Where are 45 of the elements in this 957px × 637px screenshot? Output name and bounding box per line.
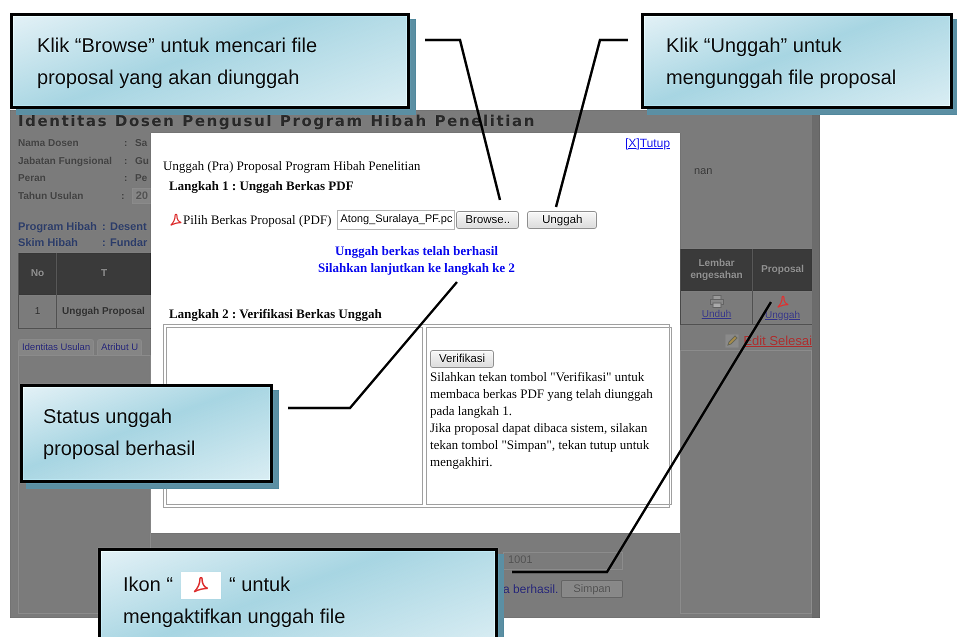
- dialog-title: Unggah (Pra) Proposal Program Hibah Penelitian: [163, 158, 422, 174]
- program-label: Skim Hibah: [18, 237, 79, 249]
- table-cell: Unggah Proposal: [56, 295, 151, 329]
- separator-text: :: [102, 237, 107, 249]
- file-input[interactable]: Atong_Suralaya_PF.pc: [337, 210, 456, 230]
- program-label: Program Hibah: [18, 221, 98, 233]
- separator-text: :: [124, 156, 128, 167]
- printer-icon: [710, 295, 724, 308]
- callout-text: Klik “Browse” untuk mencari file proposal yang akan diunggah: [37, 34, 318, 91]
- table-header: T: [56, 253, 151, 295]
- tab[interactable]: Atribut U: [97, 339, 142, 355]
- instruction-text: Silahkan tekan tombol "Verifikasi" untuk membaca berkas PDF yang telah diunggah pada langkah 1.: [430, 368, 654, 419]
- step-title: Langkah 2 : Verifikasi Berkas Unggah: [168, 306, 383, 322]
- program-value: Fundar: [110, 237, 148, 249]
- close-link[interactable]: [X]Tutup: [625, 136, 670, 150]
- callout-text: Klik “Unggah” untuk mengunggah file proposal: [666, 34, 898, 91]
- table-header: Proposal: [752, 249, 812, 291]
- callout-text: mengaktifkan unggah file: [123, 605, 346, 630]
- upload-button[interactable]: Unggah: [527, 211, 598, 229]
- step-title: Langkah 1 : Unggah Berkas PDF: [168, 178, 355, 194]
- separator-text: :: [124, 138, 128, 150]
- file-label: Pilih Berkas Proposal (PDF): [183, 212, 332, 228]
- callout-text: Ikon “: [123, 573, 174, 598]
- text-fragment: nan: [694, 165, 712, 177]
- pdf-icon: [192, 576, 210, 594]
- browse-button[interactable]: Browse..: [456, 211, 520, 229]
- pdf-icon: [169, 213, 183, 227]
- instruction-text: Jika proposal dapat dibaca sistem, silakan tekan tombol "Simpan", tekan tutup untuk mengakhiri.: [430, 419, 650, 470]
- callout-text: “ untuk: [229, 573, 290, 598]
- verify-button[interactable]: Verifikasi: [430, 350, 494, 368]
- status-text: a berhasil.: [503, 582, 558, 596]
- table-cell: 1: [18, 295, 56, 329]
- table-header: No: [18, 253, 56, 295]
- separator-text: :: [102, 221, 107, 233]
- program-value: Desent: [110, 221, 147, 233]
- callout-text: Status unggah proposal berhasil: [43, 405, 196, 462]
- success-message: Unggah berkas telah berhasil Silahkan lanjutkan ke langkah ke 2: [317, 242, 516, 276]
- tab[interactable]: Identitas Usulan: [18, 339, 94, 355]
- separator-text: :: [121, 190, 126, 202]
- pdf-icon: [776, 294, 790, 308]
- table-header: Lembar engesahan: [680, 249, 752, 291]
- download-link[interactable]: Unduh: [702, 309, 732, 320]
- pencil-icon: [725, 334, 740, 348]
- upload-link[interactable]: Unggah: [764, 310, 800, 320]
- separator-text: :: [124, 173, 128, 184]
